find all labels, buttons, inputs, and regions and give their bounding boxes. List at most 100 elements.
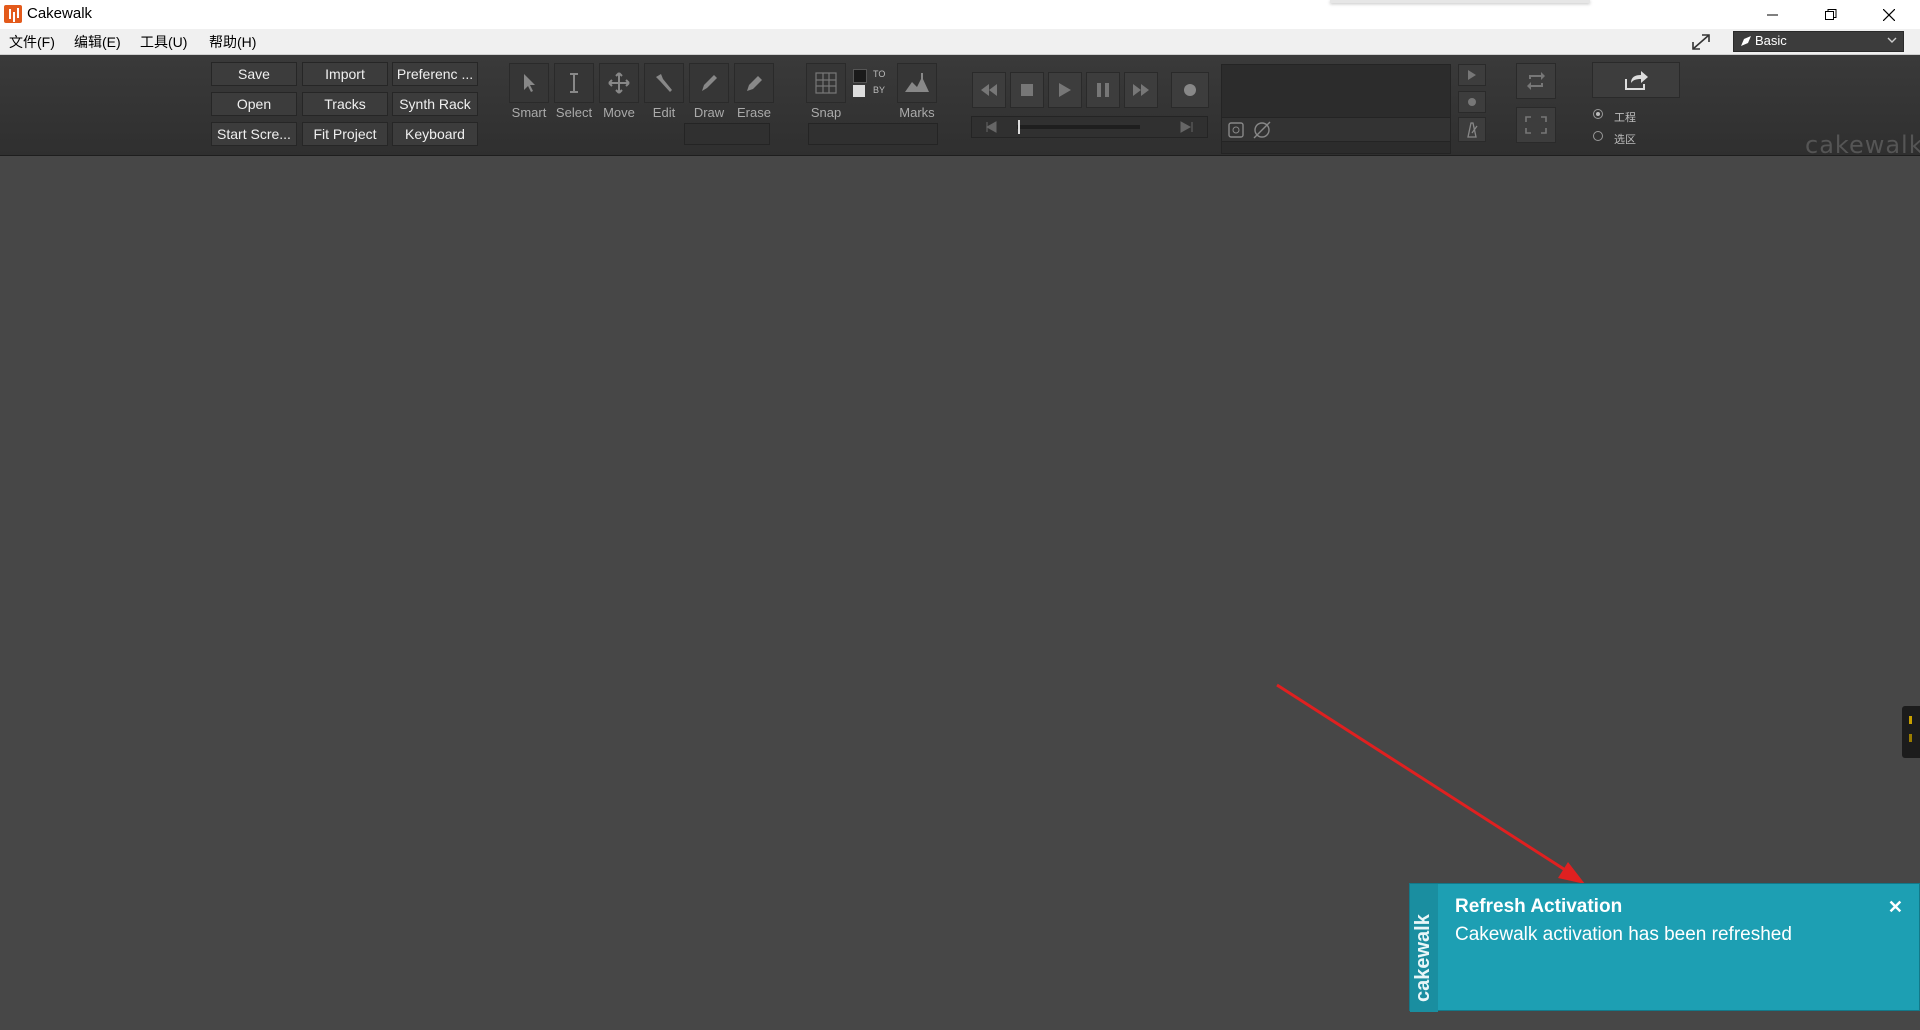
tool-select-label: Select (555, 105, 593, 120)
expand-view-icon[interactable] (1689, 31, 1713, 53)
menu-edit[interactable]: 编辑(E) (74, 32, 121, 52)
synth-rack-button[interactable]: Synth Rack (392, 92, 478, 116)
metronome-icon (1467, 121, 1478, 138)
tool-draw-label: Draw (693, 105, 725, 120)
tool-move-label: Move (603, 105, 635, 120)
activation-notification[interactable]: cakewalk Refresh Activation Cakewalk act… (1409, 883, 1920, 1012)
stop-icon (1021, 84, 1033, 96)
tool-draw[interactable]: Draw (689, 63, 729, 120)
fit-view-icon (1525, 116, 1547, 134)
eraser-icon (747, 76, 762, 91)
restore-button[interactable] (1802, 0, 1860, 29)
notification-title: Refresh Activation (1455, 896, 1623, 917)
rewind-icon (981, 84, 997, 96)
snap-label: Snap (810, 105, 842, 120)
fit-view-button[interactable] (1516, 107, 1556, 143)
select-cursor-icon (570, 73, 578, 93)
play-button[interactable] (1048, 72, 1082, 108)
menu-help[interactable]: 帮助(H) (209, 32, 256, 52)
start-screen-button[interactable]: Start Scre... (211, 122, 297, 146)
pause-icon (1097, 83, 1109, 97)
tool-smart-label: Smart (511, 105, 547, 120)
save-button[interactable]: Save (211, 62, 297, 86)
marks-icon (905, 73, 929, 92)
tool-move[interactable]: Move (599, 63, 639, 120)
record-mode-button[interactable] (1458, 91, 1486, 113)
tool-erase-label: Erase (737, 105, 771, 120)
move-cross-icon (608, 72, 630, 94)
menu-file[interactable]: 文件(F) (9, 32, 55, 52)
snap-to-toggle[interactable] (853, 69, 867, 83)
record-dot-icon (1468, 98, 1476, 106)
edit-tool-icon (656, 74, 672, 92)
now-time-slider[interactable] (971, 116, 1208, 138)
close-notification-icon[interactable]: ✕ (1888, 897, 1903, 918)
tracks-button[interactable]: Tracks (302, 92, 388, 116)
loop-icon (1527, 72, 1545, 90)
fit-project-button[interactable]: Fit Project (302, 122, 388, 146)
rewind-button[interactable] (972, 72, 1006, 108)
snap-resolution-field[interactable] (808, 123, 938, 145)
title-bar: Cakewalk (0, 0, 1920, 29)
cakewalk-app-icon (4, 5, 22, 23)
metronome-button[interactable] (1458, 117, 1486, 142)
grid-icon (815, 72, 837, 94)
export-project-radio[interactable] (1593, 109, 1603, 119)
export-button[interactable] (1592, 62, 1680, 98)
fast-forward-button[interactable] (1124, 72, 1158, 108)
restore-icon (1825, 8, 1837, 20)
export-selection-label: 选区 (1614, 134, 1636, 146)
snap-by-toggle[interactable] (853, 85, 865, 97)
pause-button[interactable] (1086, 72, 1120, 108)
tool-edit-label: Edit (652, 105, 676, 120)
cakewalk-logo: cakewalk (1805, 131, 1920, 159)
stop-button[interactable] (1010, 72, 1044, 108)
play-icon (1059, 83, 1071, 97)
keyboard-button[interactable]: Keyboard (392, 122, 478, 146)
tool-select[interactable]: Select (554, 63, 594, 120)
tool-smart[interactable]: Smart (509, 63, 549, 120)
import-button[interactable]: Import (302, 62, 388, 86)
open-button[interactable]: Open (211, 92, 297, 116)
notification-message: Cakewalk activation has been refreshed (1455, 924, 1792, 945)
meter-segment (1909, 734, 1912, 742)
record-icon (1184, 84, 1196, 96)
minimize-button[interactable] (1744, 0, 1802, 29)
workspace-label: Basic (1755, 33, 1787, 48)
output-meter[interactable] (1902, 706, 1920, 758)
smart-arrow-icon (524, 74, 535, 92)
export-share-icon (1625, 71, 1648, 90)
export-selection-radio[interactable] (1593, 131, 1603, 141)
marks-label: Marks (899, 105, 935, 120)
popup-edge (1330, 0, 1590, 3)
snap-to-label: TO (873, 69, 886, 79)
go-to-start-icon (985, 121, 997, 133)
close-window-button[interactable] (1860, 0, 1918, 29)
notification-brand: cakewalk (1412, 914, 1434, 1002)
notification-brand-strip: cakewalk (1410, 884, 1438, 1012)
chevron-down-icon (1887, 37, 1897, 43)
play-small-icon (1468, 70, 1476, 80)
now-time-thumb (1018, 120, 1020, 134)
tool-edit[interactable]: Edit (644, 63, 684, 120)
meter-segment (1909, 716, 1912, 724)
close-icon (1883, 8, 1895, 21)
snap-by-label: BY (873, 85, 886, 95)
go-to-end-icon (1180, 121, 1193, 133)
punch-button[interactable] (1458, 64, 1486, 86)
marks-button[interactable]: Marks (897, 63, 937, 120)
sync-icon (1228, 122, 1244, 138)
menu-tools[interactable]: 工具(U) (140, 32, 187, 52)
menu-bar: 文件(F) 编辑(E) 工具(U) 帮助(H) Basic (0, 29, 1920, 55)
record-button[interactable] (1171, 72, 1209, 108)
fast-forward-icon (1133, 84, 1149, 96)
control-bar: Save Import Preferenc ... Open Tracks Sy… (0, 55, 1920, 159)
preferences-button[interactable]: Preferenc ... (392, 62, 478, 86)
export-project-label: 工程 (1614, 112, 1636, 124)
tool-erase[interactable]: Erase (734, 63, 774, 120)
snap-button[interactable]: Snap (806, 63, 846, 120)
workspace-select[interactable]: Basic (1733, 31, 1904, 52)
pencil-icon (702, 75, 717, 91)
tool-options-field[interactable] (684, 123, 770, 145)
loop-button[interactable] (1516, 63, 1556, 99)
